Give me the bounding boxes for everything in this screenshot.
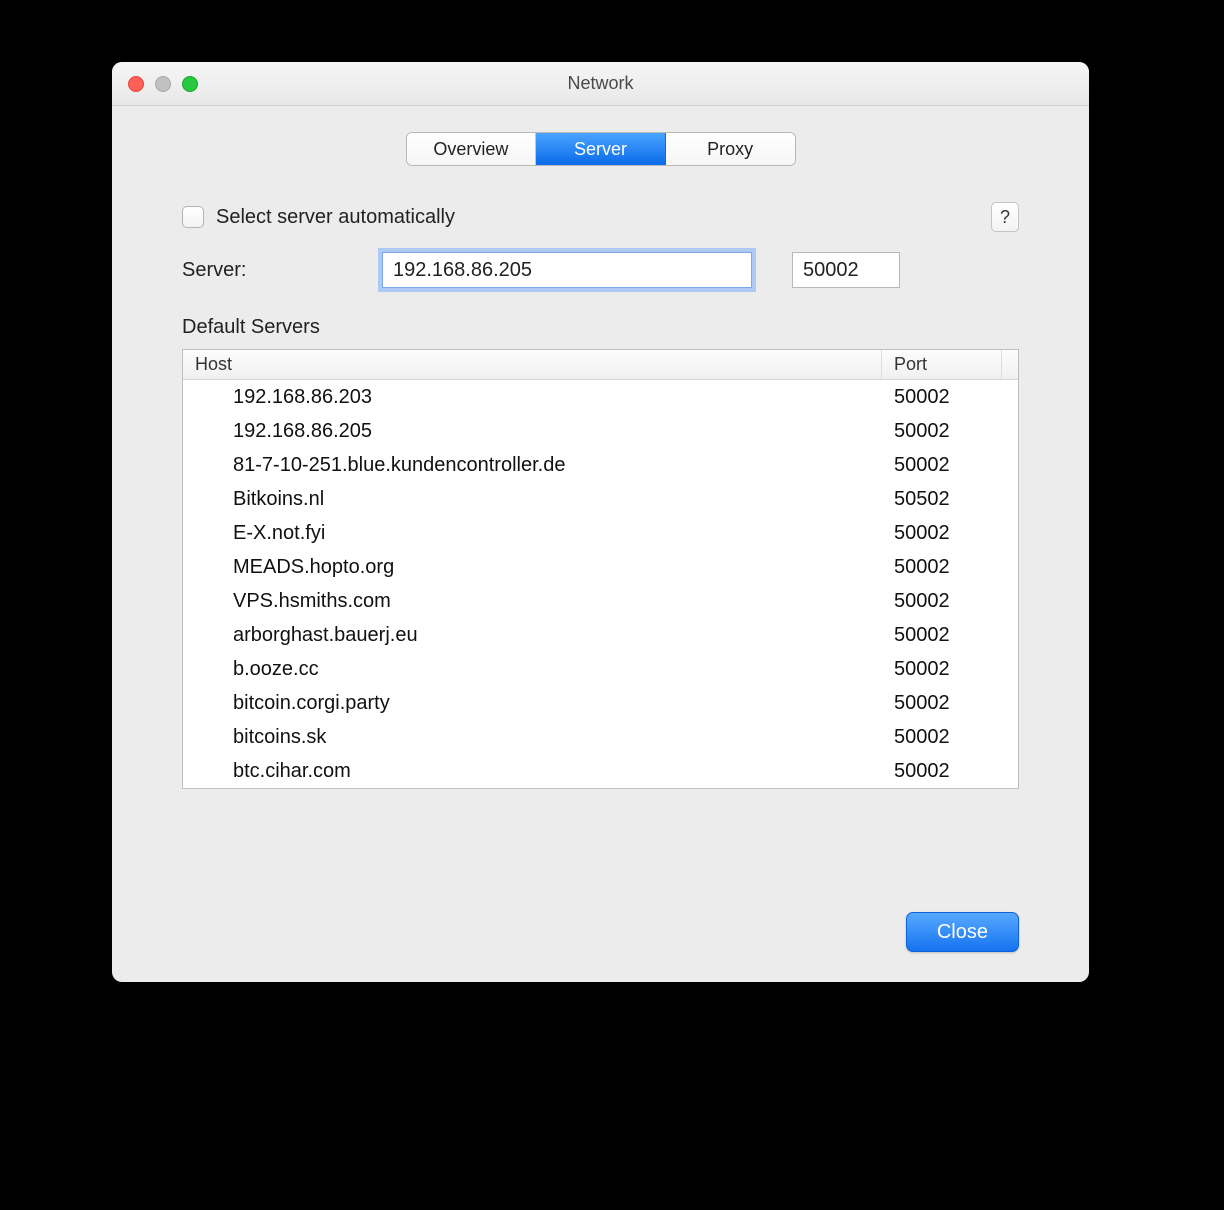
table-row[interactable]: 192.168.86.20350002 bbox=[183, 380, 1018, 414]
traffic-lights bbox=[112, 76, 198, 92]
window-minimize-button[interactable] bbox=[155, 76, 171, 92]
cell-port: 50002 bbox=[882, 760, 1002, 783]
cell-host: E-X.not.fyi bbox=[183, 522, 882, 545]
cell-port: 50002 bbox=[882, 726, 1002, 749]
cell-host: 81-7-10-251.blue.kundencontroller.de bbox=[183, 454, 882, 477]
tab-overview[interactable]: Overview bbox=[407, 133, 537, 165]
close-button[interactable]: Close bbox=[906, 912, 1019, 952]
server-row: Server: bbox=[182, 252, 1019, 288]
cell-host: Bitkoins.nl bbox=[183, 488, 882, 511]
server-input[interactable] bbox=[382, 252, 752, 288]
server-label: Server: bbox=[182, 259, 382, 282]
auto-select-row: Select server automatically ? bbox=[182, 202, 1019, 232]
default-servers-label: Default Servers bbox=[182, 316, 1019, 339]
column-end bbox=[1002, 350, 1018, 379]
cell-port: 50002 bbox=[882, 454, 1002, 477]
cell-port: 50002 bbox=[882, 420, 1002, 443]
table-row[interactable]: E-X.not.fyi50002 bbox=[183, 516, 1018, 550]
table-header[interactable]: Host Port bbox=[183, 350, 1018, 380]
cell-port: 50002 bbox=[882, 386, 1002, 409]
table-row[interactable]: b.ooze.cc50002 bbox=[183, 652, 1018, 686]
cell-port: 50002 bbox=[882, 556, 1002, 579]
help-button[interactable]: ? bbox=[991, 202, 1019, 232]
tab-proxy[interactable]: Proxy bbox=[666, 133, 795, 165]
auto-select-checkbox[interactable] bbox=[182, 206, 204, 228]
cell-port: 50002 bbox=[882, 658, 1002, 681]
cell-host: 192.168.86.203 bbox=[183, 386, 882, 409]
table-row[interactable]: 192.168.86.20550002 bbox=[183, 414, 1018, 448]
window-zoom-button[interactable] bbox=[182, 76, 198, 92]
cell-port: 50002 bbox=[882, 590, 1002, 613]
table-row[interactable]: bitcoin.corgi.party50002 bbox=[183, 686, 1018, 720]
dialog-footer: Close bbox=[112, 892, 1089, 982]
table-row[interactable]: arborghast.bauerj.eu50002 bbox=[183, 618, 1018, 652]
window-title: Network bbox=[112, 73, 1089, 94]
table-row[interactable]: bitcoins.sk50002 bbox=[183, 720, 1018, 754]
cell-port: 50002 bbox=[882, 522, 1002, 545]
table-row[interactable]: VPS.hsmiths.com50002 bbox=[183, 584, 1018, 618]
cell-host: arborghast.bauerj.eu bbox=[183, 624, 882, 647]
titlebar[interactable]: Network bbox=[112, 62, 1089, 106]
table-row[interactable]: btc.cihar.com50002 bbox=[183, 754, 1018, 788]
table-row[interactable]: MEADS.hopto.org50002 bbox=[183, 550, 1018, 584]
dialog-content: Overview Server Proxy Select server auto… bbox=[112, 106, 1089, 892]
table-body[interactable]: 192.168.86.20350002192.168.86.2055000281… bbox=[183, 380, 1018, 788]
auto-select-label: Select server automatically bbox=[216, 206, 991, 229]
cell-port: 50502 bbox=[882, 488, 1002, 511]
cell-host: 192.168.86.205 bbox=[183, 420, 882, 443]
column-host[interactable]: Host bbox=[183, 350, 882, 379]
cell-host: MEADS.hopto.org bbox=[183, 556, 882, 579]
window-close-button[interactable] bbox=[128, 76, 144, 92]
tab-server[interactable]: Server bbox=[536, 133, 666, 165]
cell-host: bitcoins.sk bbox=[183, 726, 882, 749]
cell-host: VPS.hsmiths.com bbox=[183, 590, 882, 613]
cell-host: btc.cihar.com bbox=[183, 760, 882, 783]
network-dialog: Network Overview Server Proxy Select ser… bbox=[112, 62, 1089, 982]
cell-port: 50002 bbox=[882, 692, 1002, 715]
cell-port: 50002 bbox=[882, 624, 1002, 647]
column-port[interactable]: Port bbox=[882, 350, 1002, 379]
table-row[interactable]: Bitkoins.nl50502 bbox=[183, 482, 1018, 516]
table-row[interactable]: 81-7-10-251.blue.kundencontroller.de5000… bbox=[183, 448, 1018, 482]
port-input[interactable] bbox=[792, 252, 900, 288]
cell-host: bitcoin.corgi.party bbox=[183, 692, 882, 715]
tab-bar: Overview Server Proxy bbox=[406, 132, 796, 166]
cell-host: b.ooze.cc bbox=[183, 658, 882, 681]
default-servers-table: Host Port 192.168.86.20350002192.168.86.… bbox=[182, 349, 1019, 789]
